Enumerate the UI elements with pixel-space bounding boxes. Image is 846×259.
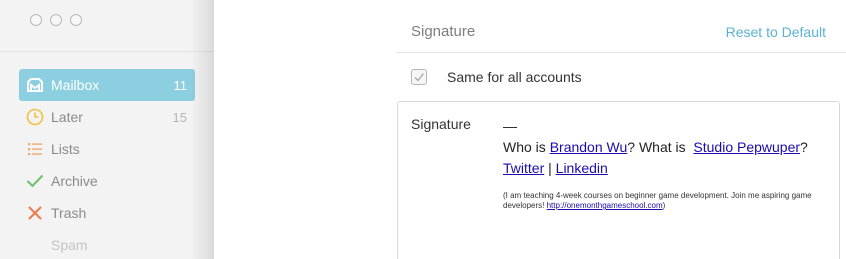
settings-panel: Signature Reset to Default Same for all …	[214, 0, 846, 259]
signature-line-1: Who is Brandon Wu? What is Studio Pepwup…	[503, 137, 823, 158]
page-title: Signature	[411, 23, 476, 40]
signature-editor[interactable]: Signature — Who is Brandon Wu? What is S…	[397, 101, 840, 259]
signature-note: (I am teaching 4-week courses on beginne…	[503, 191, 823, 211]
signature-label: Signature	[411, 116, 471, 132]
signature-text: Who is	[503, 139, 550, 155]
same-for-all-label: Same for all accounts	[447, 69, 582, 85]
signature-dash: —	[503, 118, 517, 134]
linkedin-link[interactable]: Linkedin	[556, 160, 608, 176]
spam-icon-placeholder	[25, 235, 45, 255]
sidebar-item-label: Mailbox	[51, 77, 100, 93]
signature-text: ? What is	[627, 139, 694, 155]
sidebar-item-mailbox[interactable]: Mailbox 11	[19, 69, 195, 101]
signature-note-text: )	[662, 201, 666, 210]
sidebar-item-archive[interactable]: Archive	[19, 165, 195, 197]
twitter-link[interactable]: Twitter	[503, 160, 544, 176]
same-for-all-row: Same for all accounts	[411, 69, 582, 85]
x-icon	[25, 203, 45, 223]
clock-icon	[25, 107, 45, 127]
minimize-window-button[interactable]	[50, 14, 62, 26]
signature-text: ?	[800, 139, 808, 155]
sidebar-item-label: Archive	[51, 173, 98, 189]
studio-pepwuper-link[interactable]: Studio Pepwuper	[693, 139, 800, 155]
checkmark-icon	[25, 171, 45, 191]
sidebar-item-label: Trash	[51, 205, 87, 221]
signature-content[interactable]: — Who is Brandon Wu? What is Studio Pepw…	[503, 116, 823, 211]
window-controls	[30, 14, 82, 26]
sidebar: Mailbox 11 Later 15 Lists Archive Trash …	[0, 0, 214, 259]
unread-count: 11	[173, 77, 188, 93]
same-for-all-checkbox[interactable]	[411, 69, 427, 85]
separator: |	[544, 160, 556, 176]
list-icon	[25, 139, 45, 159]
sidebar-item-lists[interactable]: Lists	[19, 133, 195, 165]
brandon-wu-link[interactable]: Brandon Wu	[550, 139, 628, 155]
game-school-link[interactable]: http://onemonthgameschool.com	[547, 201, 663, 210]
signature-line-2: Twitter | Linkedin	[503, 158, 823, 179]
checkmark-icon	[414, 73, 425, 82]
reset-to-default-button[interactable]: Reset to Default	[726, 24, 826, 40]
settings-header: Signature Reset to Default	[411, 18, 826, 48]
sidebar-item-label: Spam	[51, 237, 88, 253]
later-count: 15	[172, 109, 187, 125]
sidebar-item-label: Later	[51, 109, 83, 125]
sidebar-item-trash[interactable]: Trash	[19, 197, 195, 229]
header-divider	[396, 52, 846, 53]
mailbox-icon	[25, 75, 45, 95]
sidebar-divider	[0, 51, 214, 52]
sidebar-item-later[interactable]: Later 15	[19, 101, 195, 133]
close-window-button[interactable]	[30, 14, 42, 26]
sidebar-item-label: Lists	[51, 141, 80, 157]
sidebar-nav: Mailbox 11 Later 15 Lists Archive Trash …	[19, 69, 195, 259]
zoom-window-button[interactable]	[70, 14, 82, 26]
sidebar-item-spam[interactable]: Spam	[19, 229, 195, 259]
